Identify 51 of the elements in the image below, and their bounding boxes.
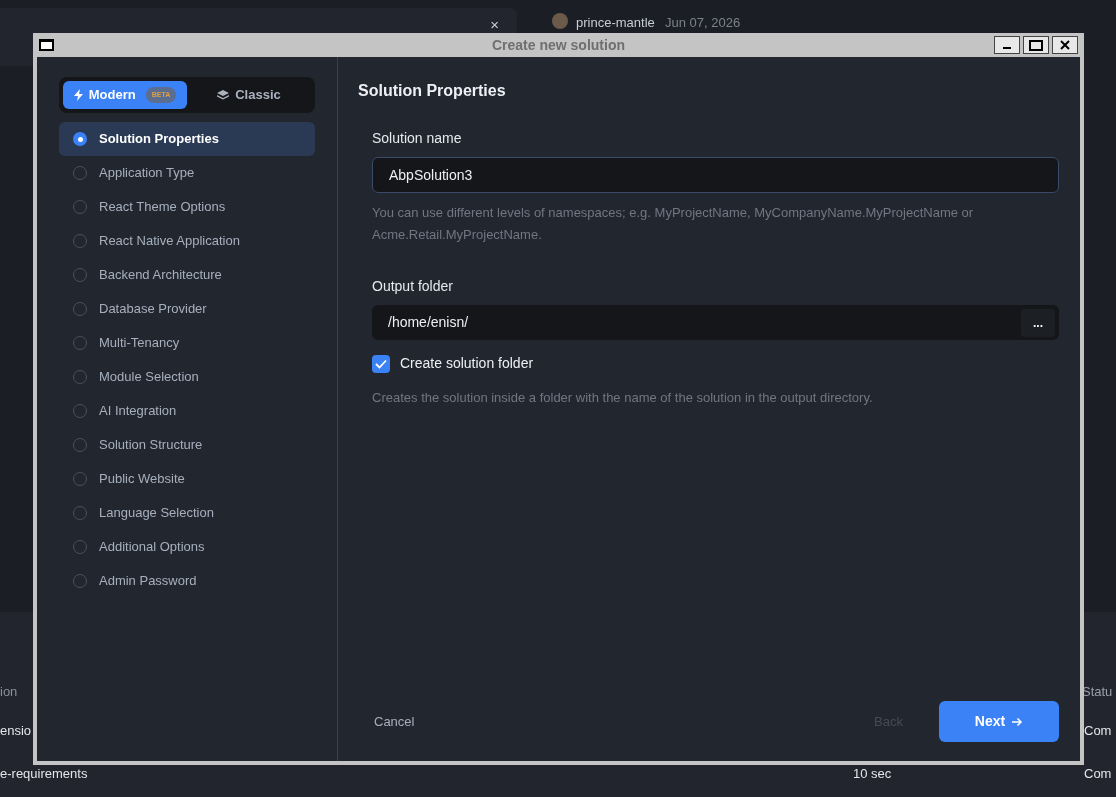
next-button[interactable]: Next — [939, 701, 1059, 742]
lightning-icon — [73, 89, 83, 101]
mode-tab[interactable]: Classic — [187, 81, 311, 109]
arrow-icon — [1011, 716, 1024, 727]
maximize-button[interactable] — [1023, 36, 1049, 54]
close-button[interactable] — [1052, 36, 1078, 54]
step-item[interactable]: Application Type — [59, 156, 315, 190]
close-button[interactable]: × — [490, 14, 499, 37]
table-cell-text: Com — [1084, 722, 1112, 740]
step-item[interactable]: Solution Structure — [59, 428, 315, 462]
step-item[interactable]: Module Selection — [59, 360, 315, 394]
radio-icon — [73, 132, 87, 146]
field-label: Solution name — [372, 129, 463, 148]
browse-button[interactable]: ... — [1021, 308, 1055, 337]
table-cell-text: Com — [1084, 765, 1112, 783]
step-item[interactable]: React Native Application — [59, 224, 315, 258]
solution-name-field[interactable]: AbpSolution3 — [372, 157, 1059, 193]
step-item[interactable]: Public Website — [59, 462, 315, 496]
table-cell-text: e-requirements — [0, 765, 88, 783]
step-item[interactable]: Multi-Tenancy — [59, 326, 315, 360]
output-folder-field[interactable]: /home/enisn/ ... — [372, 305, 1059, 340]
help-text: Creates the solution inside a folder with the name of the solution in the output directory. — [372, 389, 874, 407]
field-label: Output folder — [372, 277, 454, 296]
table-cell-text: ensio — [0, 722, 32, 740]
step-item[interactable]: AI Integration — [59, 394, 315, 428]
step-item[interactable]: React Theme Options — [59, 190, 315, 224]
layers-icon — [217, 89, 230, 101]
table-cell-text: 10 sec — [853, 765, 892, 783]
step-item[interactable]: Backend Architecture — [59, 258, 315, 292]
section-heading: Solution Properties — [358, 81, 507, 101]
checkbox-label[interactable]: Create solution folder — [400, 353, 534, 374]
column-header: ion — [0, 683, 18, 701]
minimize-icon — [1003, 47, 1011, 49]
step-item[interactable]: Language Selection — [59, 496, 315, 530]
minimize-button[interactable] — [994, 36, 1020, 54]
step-item[interactable]: Database Provider — [59, 292, 315, 326]
window-title: Create new solution — [492, 35, 625, 55]
post-date: Jun 07, 2026 — [665, 14, 741, 32]
checkmark-icon — [375, 358, 387, 369]
window-icon — [39, 39, 54, 51]
author-name: prince-mantle — [576, 14, 655, 32]
step-item[interactable]: Solution Properties — [59, 122, 315, 156]
close-icon — [1060, 40, 1070, 50]
step-item[interactable]: Additional Options — [59, 530, 315, 564]
step-item[interactable]: Admin Password — [59, 564, 315, 598]
checkbox[interactable] — [372, 354, 390, 373]
column-header: Statu — [1082, 683, 1113, 701]
avatar-icon — [552, 13, 568, 29]
maximize-icon — [1029, 39, 1043, 51]
help-text: You can use different levels of namespaces; e.g. MyProjectName, MyCompanyName.MyProjectName or Acme.Retail.MyProjectName. — [372, 204, 975, 244]
cancel-button[interactable]: Cancel — [358, 701, 431, 742]
